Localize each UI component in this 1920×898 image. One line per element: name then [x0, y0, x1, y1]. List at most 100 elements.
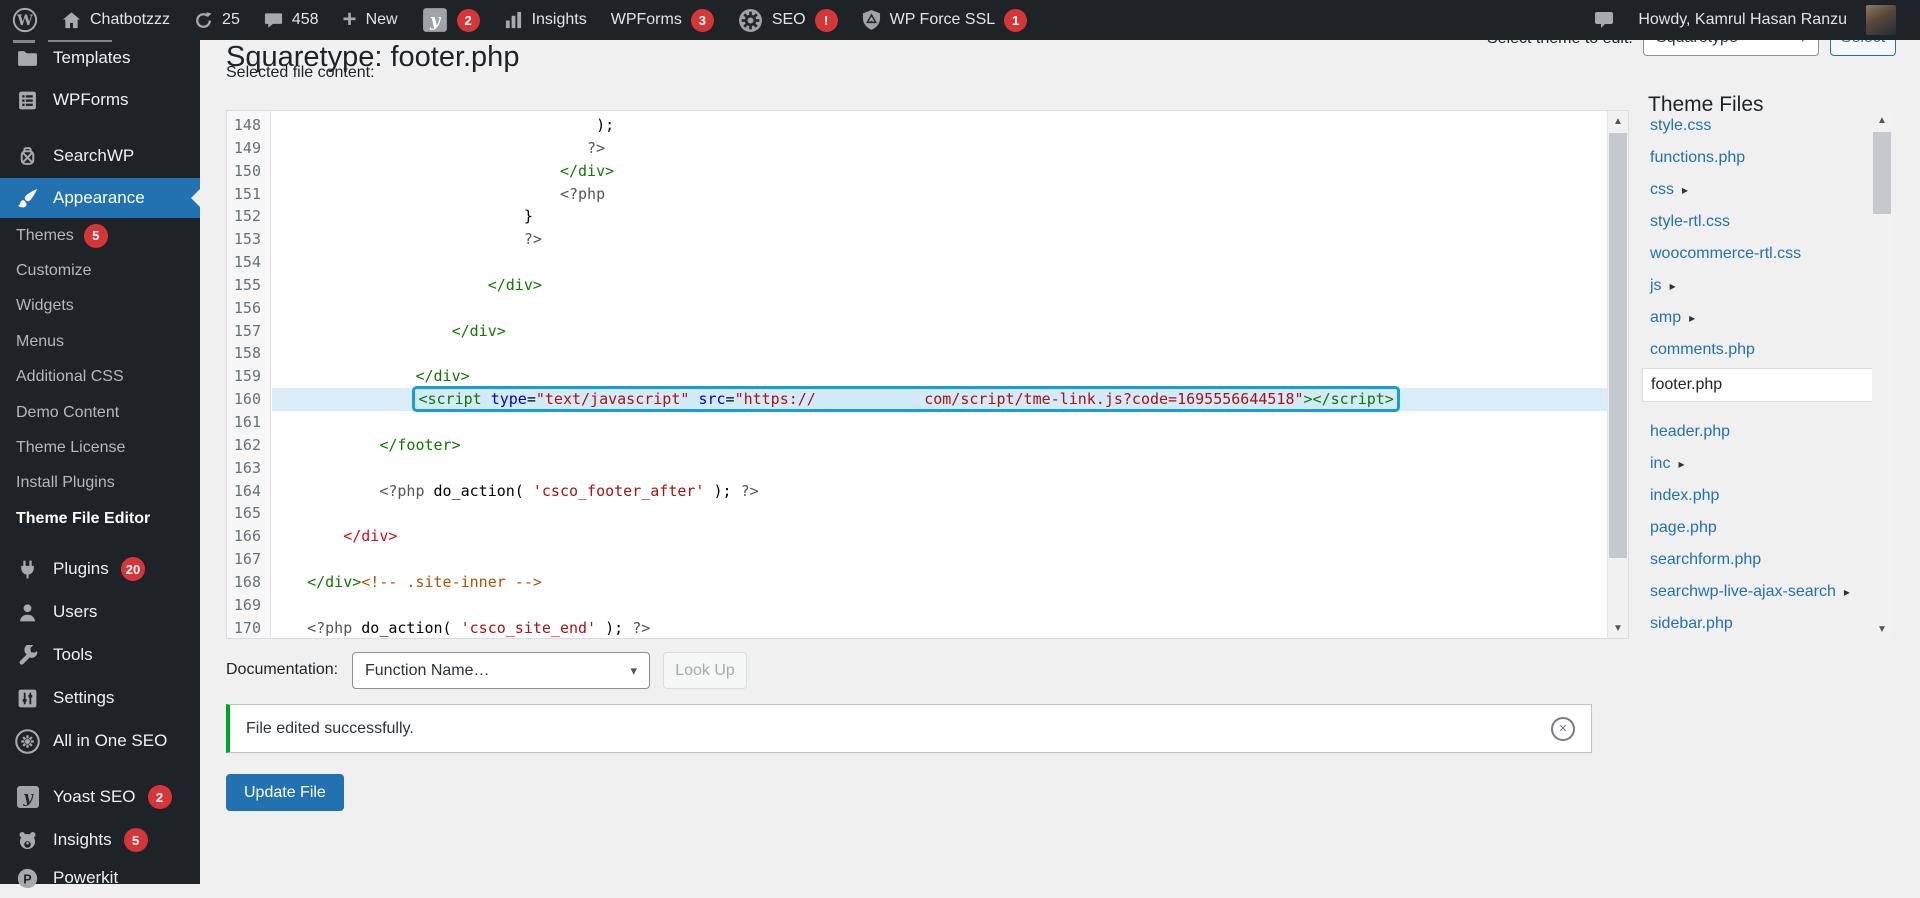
code-line-158[interactable]: [272, 342, 1608, 365]
code-line-155[interactable]: </div>: [272, 274, 1608, 297]
scroll-up-arrow-icon[interactable]: ▲: [1608, 111, 1628, 131]
theme-folder-inc[interactable]: inc▸: [1650, 448, 1684, 480]
sidebar-item-templates[interactable]: Templates: [0, 38, 200, 78]
submenu-item-install-plugins[interactable]: Install Plugins: [0, 466, 200, 501]
submenu-item-theme-license[interactable]: Theme License: [0, 430, 200, 465]
code-line-153[interactable]: ?>: [272, 228, 1608, 251]
wp-logo-menu[interactable]: W: [0, 0, 50, 40]
code-area[interactable]: ); ?> </div> <?php } ?> </div>: [272, 111, 1608, 638]
sidebar-item-aioseo[interactable]: All in One SEO: [0, 721, 200, 761]
submenu-item-themes[interactable]: Themes5: [0, 218, 200, 253]
code-line-162[interactable]: </footer>: [272, 434, 1608, 457]
sidebar-item-insights[interactable]: Insights5: [0, 820, 200, 860]
scroll-up-arrow-icon[interactable]: ▲: [1872, 110, 1892, 130]
code-line-157[interactable]: </div>: [272, 320, 1608, 343]
site-name-link[interactable]: Chatbotzzz: [50, 0, 182, 40]
page-title: Squaretype: footer.php: [226, 43, 519, 72]
sidebar-item-powerkit[interactable]: PPowerkit: [0, 858, 200, 898]
code-line-148[interactable]: );: [272, 114, 1608, 137]
sidebar-item-appearance[interactable]: Appearance: [0, 178, 200, 218]
editor-scrollbar-thumb[interactable]: [1609, 133, 1627, 558]
code-line-152[interactable]: }: [272, 205, 1608, 228]
submenu-item-theme-file-editor[interactable]: Theme File Editor: [0, 501, 200, 536]
theme-folder-searchwp-live-ajax-search[interactable]: searchwp-live-ajax-search▸: [1650, 576, 1850, 608]
update-file-button[interactable]: Update File: [226, 774, 344, 811]
chevron-down-icon: ▾: [630, 663, 637, 679]
sidebar-item-yoast[interactable]: yYoast SEO2: [0, 777, 200, 817]
code-editor[interactable]: 1481491501511521531541551561571581591601…: [226, 110, 1629, 639]
code-line-159[interactable]: </div>: [272, 365, 1608, 388]
my-account-menu[interactable]: Howdy, Kamrul Hasan Ranzu: [1626, 0, 1908, 40]
wpforms-adminbar-menu[interactable]: WPForms 3: [599, 0, 726, 40]
code-line-166[interactable]: </div>: [272, 525, 1608, 548]
sidebar-item-users[interactable]: Users: [0, 592, 200, 632]
code-token: ?>: [741, 482, 759, 500]
code-line-150[interactable]: </div>: [272, 160, 1608, 183]
editor-scrollbar[interactable]: ▲ ▼: [1607, 111, 1628, 638]
yoast-adminbar-menu[interactable]: y 2: [410, 0, 492, 40]
code-line-163[interactable]: [272, 457, 1608, 480]
folder-expand-arrow-icon: ▸: [1689, 311, 1695, 325]
code-line-156[interactable]: [272, 297, 1608, 320]
theme-file-link-sidebar-php[interactable]: sidebar.php: [1650, 608, 1733, 640]
theme-folder-css[interactable]: css▸: [1650, 174, 1688, 206]
submenu-item-additional-css[interactable]: Additional CSS: [0, 360, 200, 395]
sidebar-item-wpforms[interactable]: WPForms: [0, 80, 200, 120]
code-line-165[interactable]: [272, 502, 1608, 525]
notice-text: File edited successfully.: [246, 720, 414, 738]
insights-adminbar-link[interactable]: Insights: [492, 0, 599, 40]
theme-file-link-comments-php[interactable]: comments.php: [1650, 334, 1755, 366]
sidebar-item-settings[interactable]: Settings: [0, 678, 200, 718]
seo-adminbar-menu[interactable]: SEO !: [726, 0, 850, 40]
count-badge: 5: [84, 224, 108, 248]
line-number: 166: [227, 525, 270, 548]
theme-file-current-footer-php[interactable]: footer.php: [1642, 368, 1882, 402]
code-line-154[interactable]: [272, 251, 1608, 274]
theme-file-link-style-css[interactable]: style.css: [1650, 110, 1711, 142]
sidebar-item-tools[interactable]: Tools: [0, 635, 200, 675]
submenu-item-demo-content[interactable]: Demo Content: [0, 395, 200, 430]
code-line-149[interactable]: ?>: [272, 137, 1608, 160]
code-token: </footer>: [379, 436, 460, 454]
code-line-168[interactable]: </div><!-- .site-inner -->: [272, 571, 1608, 594]
submenu-item-widgets[interactable]: Widgets: [0, 289, 200, 324]
theme-file-link-header-php[interactable]: header.php: [1650, 416, 1730, 448]
wp-force-ssl-adminbar-menu[interactable]: WP Force SSL 1: [850, 0, 1040, 40]
theme-file-link-page-php[interactable]: page.php: [1650, 512, 1717, 544]
theme-file-link-style-rtl-css[interactable]: style-rtl.css: [1650, 206, 1730, 238]
theme-file-link-functions-php[interactable]: functions.php: [1650, 142, 1745, 174]
updates-link[interactable]: 25: [182, 0, 252, 40]
sidebar-item-label: Users: [53, 602, 97, 622]
documentation-select-dropdown[interactable]: Function Name… ▾: [352, 652, 650, 689]
theme-files-scrollbar[interactable]: ▲ ▼: [1872, 110, 1892, 639]
theme-file-link-index-php[interactable]: index.php: [1650, 480, 1719, 512]
comments-link[interactable]: 458: [252, 0, 331, 40]
submenu-item-customize[interactable]: Customize: [0, 253, 200, 288]
sidebar-item-searchwp[interactable]: SearchWP: [0, 136, 200, 176]
new-content-menu[interactable]: + New: [331, 0, 410, 40]
code-line-170[interactable]: <?php do_action( 'csco_site_end' ); ?>: [272, 617, 1608, 638]
line-number: 168: [227, 571, 270, 594]
code-line-169[interactable]: [272, 594, 1608, 617]
theme-file-link-woocommerce-rtl-css[interactable]: woocommerce-rtl.css: [1650, 238, 1801, 270]
lookup-button[interactable]: Look Up: [663, 652, 747, 689]
scroll-down-arrow-icon[interactable]: ▼: [1608, 618, 1628, 638]
code-line-164[interactable]: <?php do_action( 'csco_footer_after' ); …: [272, 480, 1608, 503]
wordpress-logo-icon: W: [12, 7, 38, 33]
theme-files-scrollbar-thumb[interactable]: [1873, 132, 1891, 214]
code-line-160[interactable]: <script type="text/javascript" src="http…: [272, 388, 1608, 411]
scroll-down-arrow-icon[interactable]: ▼: [1872, 619, 1892, 639]
theme-folder-js[interactable]: js▸: [1650, 270, 1676, 302]
theme-file-label: page.php: [1650, 519, 1717, 537]
code-line-161[interactable]: [272, 411, 1608, 434]
code-line-167[interactable]: [272, 548, 1608, 571]
theme-folder-amp[interactable]: amp▸: [1650, 302, 1695, 334]
dismiss-notice-icon[interactable]: ✕: [1551, 717, 1575, 741]
code-line-151[interactable]: <?php: [272, 183, 1608, 206]
theme-file-link-searchform-php[interactable]: searchform.php: [1650, 544, 1761, 576]
submenu-item-menus[interactable]: Menus: [0, 324, 200, 359]
appearance-submenu: Themes5CustomizeWidgetsMenusAdditional C…: [0, 218, 200, 537]
sidebar-item-plugins[interactable]: Plugins20: [0, 549, 200, 589]
chat-adminbar-button[interactable]: [1582, 0, 1626, 40]
site-name-label: Chatbotzzz: [90, 11, 170, 29]
